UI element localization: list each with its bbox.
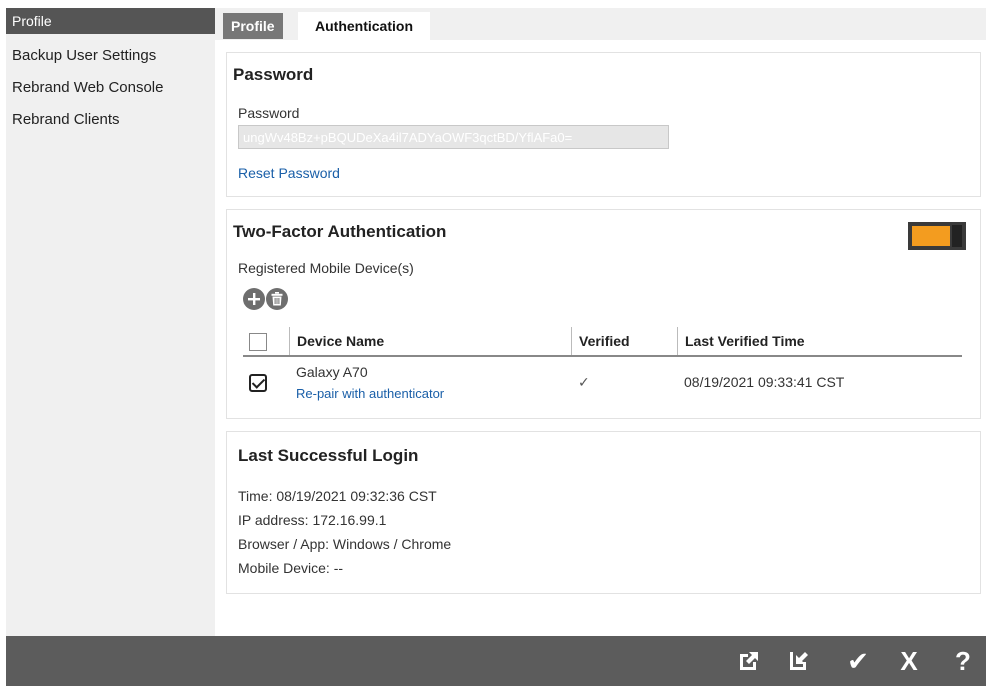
save-button[interactable]: ✔ [842, 646, 874, 676]
cancel-button[interactable]: X [895, 646, 923, 676]
export-button[interactable] [734, 646, 764, 676]
column-device-name[interactable]: Device Name [289, 327, 571, 355]
import-button[interactable] [784, 646, 814, 676]
login-mobile-device: Mobile Device: -- [238, 560, 344, 576]
delete-device-button[interactable] [266, 288, 288, 310]
sidebar-item-profile[interactable]: Profile [6, 8, 215, 34]
login-time: Time: 08/19/2021 09:32:36 CST [238, 488, 437, 504]
toggle-knob [952, 225, 962, 247]
export-icon [740, 652, 758, 670]
password-heading: Password [233, 65, 314, 84]
tab-authentication[interactable]: Authentication [298, 12, 430, 40]
login-ip: IP address: 172.16.99.1 [238, 512, 387, 528]
help-button[interactable]: ? [950, 646, 976, 676]
column-last-verified-time[interactable]: Last Verified Time [677, 327, 962, 355]
sidebar-item-rebrand-web-console[interactable]: Rebrand Web Console [6, 72, 215, 104]
add-device-button[interactable] [243, 288, 265, 310]
reset-password-link[interactable]: Reset Password [238, 165, 340, 181]
table-row: Galaxy A70 Re-pair with authenticator ✓ … [243, 360, 962, 408]
import-icon [790, 652, 808, 670]
column-verified[interactable]: Verified [571, 327, 677, 355]
row-checkbox[interactable] [249, 374, 267, 392]
main-content: Profile Authentication Password Password… [215, 8, 986, 636]
two-factor-heading: Two-Factor Authentication [233, 222, 447, 241]
tab-bar: Profile Authentication [215, 8, 986, 40]
last-verified-time: 08/19/2021 09:33:41 CST [684, 374, 845, 390]
trash-icon [271, 292, 283, 306]
last-login-heading: Last Successful Login [238, 446, 419, 465]
password-panel: Password Password Reset Password [226, 52, 981, 197]
repair-authenticator-link[interactable]: Re-pair with authenticator [296, 386, 444, 401]
help-icon: ? [955, 646, 971, 676]
verified-check: ✓ [578, 374, 590, 390]
device-name: Galaxy A70 [296, 364, 368, 380]
save-check-icon: ✔ [847, 646, 869, 676]
close-icon: X [900, 646, 918, 676]
sidebar: Profile Backup User Settings Rebrand Web… [6, 8, 215, 636]
bottom-action-bar: ✔ X ? [6, 636, 986, 686]
sidebar-item-backup-user-settings[interactable]: Backup User Settings [6, 40, 215, 72]
select-all-checkbox[interactable] [249, 333, 267, 352]
login-browser: Browser / App: Windows / Chrome [238, 536, 452, 552]
toggle-fill [912, 226, 950, 246]
select-all-cell [243, 327, 289, 355]
two-factor-toggle[interactable] [908, 222, 966, 250]
last-login-panel: Last Successful Login Time: 08/19/2021 0… [226, 431, 981, 594]
two-factor-panel: Two-Factor Authentication Registered Mob… [226, 209, 981, 419]
sidebar-item-rebrand-clients[interactable]: Rebrand Clients [6, 104, 215, 136]
devices-table-header: Device Name Verified Last Verified Time [243, 327, 962, 357]
registered-devices-label: Registered Mobile Device(s) [238, 260, 414, 276]
plus-icon [248, 293, 260, 305]
password-field[interactable] [238, 125, 669, 149]
tab-profile[interactable]: Profile [223, 13, 283, 39]
password-label: Password [238, 105, 300, 121]
